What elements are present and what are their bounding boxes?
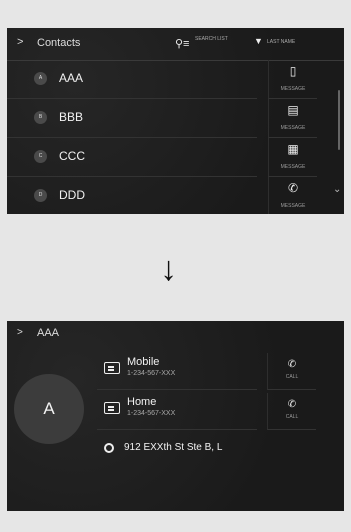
message-button[interactable]: ▯ MESSAGE — [268, 60, 317, 99]
message-label: MESSAGE — [280, 86, 306, 92]
phone-number: 1-234-567-XXX — [127, 410, 176, 417]
initial-badge: C — [34, 150, 47, 163]
phone-type: Home — [127, 396, 157, 408]
contacts-list-screen: > Contacts ⚲≡ SEARCH LIST ▼ LAST NAME A … — [7, 28, 344, 214]
call-button[interactable]: ✆ CALL — [267, 353, 316, 390]
contact-row-ccc[interactable]: C CCC — [7, 138, 257, 177]
scrollbar[interactable] — [338, 90, 340, 150]
message-icon: ▤ — [287, 103, 299, 117]
address-text: 912 EXXth St Ste B, L — [124, 442, 223, 453]
contact-detail-screen: > AAA A Mobile 1-234-567-XXX ✆ CALL Home… — [7, 321, 344, 511]
chevron-right-icon[interactable]: > — [17, 36, 23, 48]
contacts-title: Contacts — [37, 37, 81, 49]
message-icon — [104, 362, 120, 374]
phone-entry-home[interactable]: Home 1-234-567-XXX — [97, 393, 257, 430]
sort-label: LAST NAME — [267, 39, 296, 45]
contact-name: AAA — [59, 71, 84, 85]
call-button[interactable]: ✆ CALL — [267, 393, 316, 430]
message-button[interactable]: ▦ MESSAGE — [268, 138, 317, 177]
phone-number: 1-234-567-XXX — [127, 370, 176, 377]
contact-name: CCC — [59, 149, 85, 163]
message-label: MESSAGE — [280, 164, 306, 170]
location-pin-icon — [104, 443, 114, 453]
contact-name: DDD — [59, 188, 85, 202]
call-label: CALL — [285, 374, 299, 380]
phone-icon: ✆ — [287, 399, 297, 410]
contact-row-ddd[interactable]: D DDD — [7, 177, 257, 214]
phone-icon: ✆ — [287, 181, 299, 195]
phone-type: Mobile — [127, 356, 160, 368]
contact-name: BBB — [59, 110, 84, 124]
message-button[interactable]: ✆ MESSAGE — [268, 177, 317, 214]
message-label: MESSAGE — [280, 203, 306, 209]
call-label: CALL — [285, 414, 299, 420]
avatar: A — [14, 374, 84, 444]
calendar-message-icon: ▦ — [287, 142, 299, 156]
down-arrow-icon: ↓ — [160, 250, 177, 288]
detail-title: AAA — [37, 327, 60, 339]
search-icon: ⚲≡ — [175, 38, 190, 50]
chevron-right-icon[interactable]: > — [17, 327, 23, 338]
search-list-button[interactable]: ⚲≡ SEARCH LIST — [175, 34, 235, 54]
initial-badge: B — [34, 111, 47, 124]
contacts-header: > Contacts ⚲≡ SEARCH LIST ▼ LAST NAME — [7, 28, 344, 61]
chevron-down-icon: ▼ — [254, 36, 263, 46]
contact-row-aaa[interactable]: A AAA — [7, 60, 257, 99]
message-button[interactable]: ▤ MESSAGE — [268, 99, 317, 138]
message-icon — [104, 402, 120, 414]
mobile-icon: ▯ — [289, 64, 297, 78]
chevron-down-icon[interactable]: ⌄ — [333, 184, 341, 195]
sort-button[interactable]: ▼ LAST NAME — [247, 34, 337, 54]
phone-entry-mobile[interactable]: Mobile 1-234-567-XXX — [97, 353, 257, 390]
contact-row-bbb[interactable]: B BBB — [7, 99, 257, 138]
search-list-label: SEARCH LIST — [195, 36, 228, 42]
phone-icon: ✆ — [287, 359, 297, 370]
initial-badge: D — [34, 189, 47, 202]
initial-badge: A — [34, 72, 47, 85]
detail-header: > AAA — [7, 321, 344, 343]
address-entry[interactable]: 912 EXXth St Ste B, L — [97, 438, 267, 464]
message-label: MESSAGE — [280, 125, 306, 131]
